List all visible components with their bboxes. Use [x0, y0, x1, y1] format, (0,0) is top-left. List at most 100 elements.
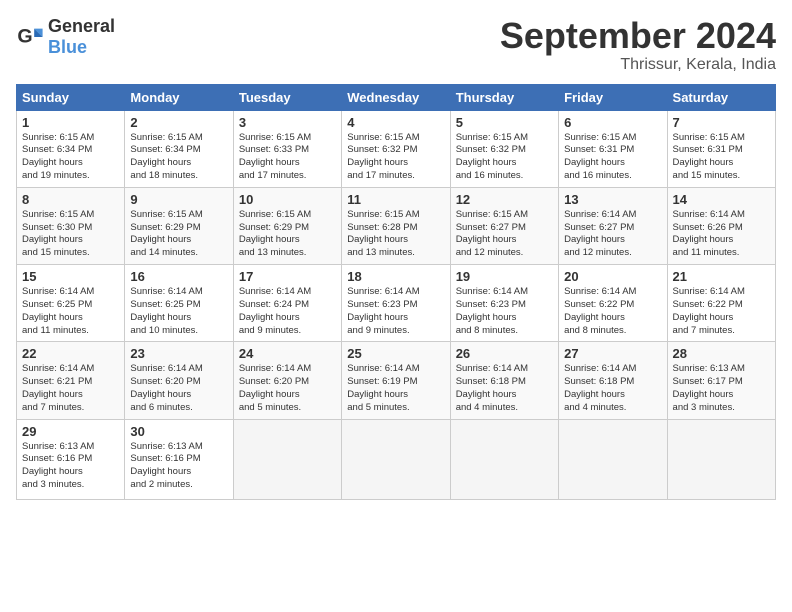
day-info: Sunrise: 6:15 AM Sunset: 6:32 PM Dayligh…: [456, 132, 553, 183]
day-info: Sunrise: 6:14 AM Sunset: 6:18 PM Dayligh…: [456, 363, 553, 414]
day-info: Sunrise: 6:13 AM Sunset: 6:17 PM Dayligh…: [673, 363, 770, 414]
day-number: 1: [22, 115, 119, 130]
logo-general: General: [48, 16, 115, 36]
day-info: Sunrise: 6:15 AM Sunset: 6:31 PM Dayligh…: [564, 132, 661, 183]
table-row: 24 Sunrise: 6:14 AM Sunset: 6:20 PM Dayl…: [233, 342, 341, 419]
table-row: 25 Sunrise: 6:14 AM Sunset: 6:19 PM Dayl…: [342, 342, 450, 419]
day-number: 11: [347, 192, 444, 207]
day-number: 2: [130, 115, 227, 130]
table-row: 28 Sunrise: 6:13 AM Sunset: 6:17 PM Dayl…: [667, 342, 775, 419]
day-number: 13: [564, 192, 661, 207]
day-number: 14: [673, 192, 770, 207]
day-number: 21: [673, 269, 770, 284]
table-row: 8 Sunrise: 6:15 AM Sunset: 6:30 PM Dayli…: [17, 187, 125, 264]
table-row: 30 Sunrise: 6:13 AM Sunset: 6:16 PM Dayl…: [125, 419, 233, 499]
day-info: Sunrise: 6:14 AM Sunset: 6:20 PM Dayligh…: [130, 363, 227, 414]
day-number: 18: [347, 269, 444, 284]
location-title: Thrissur, Kerala, India: [500, 56, 776, 74]
table-row: 21 Sunrise: 6:14 AM Sunset: 6:22 PM Dayl…: [667, 265, 775, 342]
table-row: 11 Sunrise: 6:15 AM Sunset: 6:28 PM Dayl…: [342, 187, 450, 264]
table-row: 12 Sunrise: 6:15 AM Sunset: 6:27 PM Dayl…: [450, 187, 558, 264]
table-row: [559, 419, 667, 499]
header-sunday: Sunday: [17, 84, 125, 110]
day-info: Sunrise: 6:14 AM Sunset: 6:18 PM Dayligh…: [564, 363, 661, 414]
day-number: 8: [22, 192, 119, 207]
day-info: Sunrise: 6:15 AM Sunset: 6:33 PM Dayligh…: [239, 132, 336, 183]
day-info: Sunrise: 6:13 AM Sunset: 6:16 PM Dayligh…: [130, 441, 227, 492]
table-row: 10 Sunrise: 6:15 AM Sunset: 6:29 PM Dayl…: [233, 187, 341, 264]
header: G General Blue September 2024 Thrissur, …: [16, 16, 776, 74]
header-saturday: Saturday: [667, 84, 775, 110]
table-row: 6 Sunrise: 6:15 AM Sunset: 6:31 PM Dayli…: [559, 110, 667, 187]
logo-blue: Blue: [48, 37, 87, 57]
day-number: 24: [239, 346, 336, 361]
days-header-row: Sunday Monday Tuesday Wednesday Thursday…: [17, 84, 776, 110]
title-block: September 2024 Thrissur, Kerala, India: [500, 16, 776, 74]
day-number: 20: [564, 269, 661, 284]
day-info: Sunrise: 6:14 AM Sunset: 6:25 PM Dayligh…: [130, 286, 227, 337]
day-info: Sunrise: 6:14 AM Sunset: 6:22 PM Dayligh…: [564, 286, 661, 337]
table-row: 9 Sunrise: 6:15 AM Sunset: 6:29 PM Dayli…: [125, 187, 233, 264]
header-tuesday: Tuesday: [233, 84, 341, 110]
day-info: Sunrise: 6:15 AM Sunset: 6:29 PM Dayligh…: [130, 209, 227, 260]
day-info: Sunrise: 6:14 AM Sunset: 6:24 PM Dayligh…: [239, 286, 336, 337]
day-number: 27: [564, 346, 661, 361]
table-row: [342, 419, 450, 499]
day-number: 16: [130, 269, 227, 284]
table-row: 3 Sunrise: 6:15 AM Sunset: 6:33 PM Dayli…: [233, 110, 341, 187]
table-row: 22 Sunrise: 6:14 AM Sunset: 6:21 PM Dayl…: [17, 342, 125, 419]
day-number: 17: [239, 269, 336, 284]
day-info: Sunrise: 6:15 AM Sunset: 6:28 PM Dayligh…: [347, 209, 444, 260]
header-thursday: Thursday: [450, 84, 558, 110]
table-row: [233, 419, 341, 499]
table-row: 26 Sunrise: 6:14 AM Sunset: 6:18 PM Dayl…: [450, 342, 558, 419]
table-row: 17 Sunrise: 6:14 AM Sunset: 6:24 PM Dayl…: [233, 265, 341, 342]
day-number: 19: [456, 269, 553, 284]
day-info: Sunrise: 6:14 AM Sunset: 6:19 PM Dayligh…: [347, 363, 444, 414]
day-info: Sunrise: 6:15 AM Sunset: 6:29 PM Dayligh…: [239, 209, 336, 260]
table-row: 14 Sunrise: 6:14 AM Sunset: 6:26 PM Dayl…: [667, 187, 775, 264]
table-row: 4 Sunrise: 6:15 AM Sunset: 6:32 PM Dayli…: [342, 110, 450, 187]
day-number: 5: [456, 115, 553, 130]
table-row: 19 Sunrise: 6:14 AM Sunset: 6:23 PM Dayl…: [450, 265, 558, 342]
table-row: 18 Sunrise: 6:14 AM Sunset: 6:23 PM Dayl…: [342, 265, 450, 342]
table-row: 7 Sunrise: 6:15 AM Sunset: 6:31 PM Dayli…: [667, 110, 775, 187]
day-info: Sunrise: 6:14 AM Sunset: 6:22 PM Dayligh…: [673, 286, 770, 337]
header-friday: Friday: [559, 84, 667, 110]
day-number: 25: [347, 346, 444, 361]
day-info: Sunrise: 6:14 AM Sunset: 6:20 PM Dayligh…: [239, 363, 336, 414]
day-number: 28: [673, 346, 770, 361]
header-wednesday: Wednesday: [342, 84, 450, 110]
day-info: Sunrise: 6:14 AM Sunset: 6:25 PM Dayligh…: [22, 286, 119, 337]
day-info: Sunrise: 6:15 AM Sunset: 6:32 PM Dayligh…: [347, 132, 444, 183]
logo: G General Blue: [16, 16, 115, 58]
logo-text: General Blue: [48, 16, 115, 58]
table-row: 1 Sunrise: 6:15 AM Sunset: 6:34 PM Dayli…: [17, 110, 125, 187]
day-info: Sunrise: 6:14 AM Sunset: 6:21 PM Dayligh…: [22, 363, 119, 414]
table-row: 27 Sunrise: 6:14 AM Sunset: 6:18 PM Dayl…: [559, 342, 667, 419]
day-number: 12: [456, 192, 553, 207]
table-row: 13 Sunrise: 6:14 AM Sunset: 6:27 PM Dayl…: [559, 187, 667, 264]
day-info: Sunrise: 6:14 AM Sunset: 6:23 PM Dayligh…: [347, 286, 444, 337]
table-row: 20 Sunrise: 6:14 AM Sunset: 6:22 PM Dayl…: [559, 265, 667, 342]
day-number: 22: [22, 346, 119, 361]
day-number: 4: [347, 115, 444, 130]
day-info: Sunrise: 6:14 AM Sunset: 6:27 PM Dayligh…: [564, 209, 661, 260]
day-info: Sunrise: 6:14 AM Sunset: 6:23 PM Dayligh…: [456, 286, 553, 337]
day-info: Sunrise: 6:14 AM Sunset: 6:26 PM Dayligh…: [673, 209, 770, 260]
table-row: 23 Sunrise: 6:14 AM Sunset: 6:20 PM Dayl…: [125, 342, 233, 419]
day-number: 30: [130, 424, 227, 439]
table-row: [450, 419, 558, 499]
page-container: G General Blue September 2024 Thrissur, …: [0, 0, 792, 508]
table-row: 16 Sunrise: 6:14 AM Sunset: 6:25 PM Dayl…: [125, 265, 233, 342]
day-number: 7: [673, 115, 770, 130]
table-row: 2 Sunrise: 6:15 AM Sunset: 6:34 PM Dayli…: [125, 110, 233, 187]
table-row: [667, 419, 775, 499]
day-info: Sunrise: 6:15 AM Sunset: 6:31 PM Dayligh…: [673, 132, 770, 183]
day-number: 10: [239, 192, 336, 207]
calendar-table: Sunday Monday Tuesday Wednesday Thursday…: [16, 84, 776, 500]
day-info: Sunrise: 6:15 AM Sunset: 6:27 PM Dayligh…: [456, 209, 553, 260]
svg-text:G: G: [17, 26, 32, 48]
logo-icon: G: [16, 23, 44, 51]
table-row: 29 Sunrise: 6:13 AM Sunset: 6:16 PM Dayl…: [17, 419, 125, 499]
